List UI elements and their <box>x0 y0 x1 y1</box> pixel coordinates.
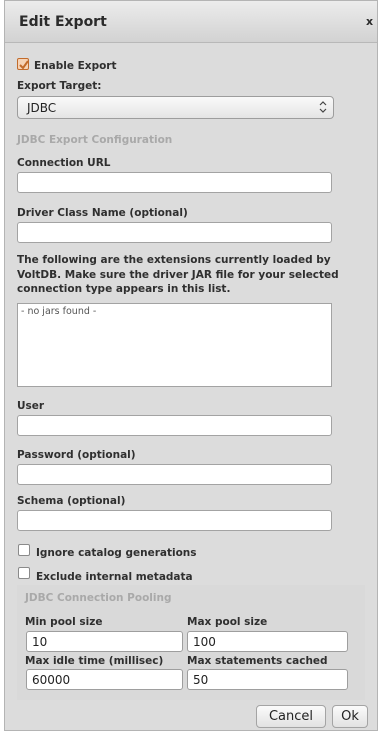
password-label: Password (optional) <box>17 449 136 461</box>
schema-label: Schema (optional) <box>17 495 126 507</box>
export-target-select[interactable]: JDBC <box>17 96 334 119</box>
max-idle-label: Max idle time (millisec) <box>25 655 164 667</box>
checkmark-icon <box>19 60 29 70</box>
extensions-note: The following are the extensions current… <box>17 254 339 295</box>
exclude-metadata-label: Exclude internal metadata <box>36 571 193 583</box>
connection-url-input[interactable] <box>17 172 332 193</box>
driver-class-input[interactable] <box>17 222 332 243</box>
dialog-title: Edit Export <box>19 14 107 30</box>
jdbc-config-section-title: JDBC Export Configuration <box>17 134 173 146</box>
max-pool-label: Max pool size <box>187 616 268 628</box>
max-statements-label: Max statements cached <box>187 655 328 667</box>
schema-input[interactable] <box>17 510 332 531</box>
password-input[interactable] <box>17 464 332 485</box>
driver-class-label: Driver Class Name (optional) <box>17 207 188 219</box>
ok-button[interactable]: Ok <box>332 705 368 728</box>
max-pool-input[interactable]: 100 <box>187 631 348 652</box>
ignore-generations-checkbox[interactable] <box>18 544 30 556</box>
jars-listbox[interactable]: - no jars found - <box>17 303 332 387</box>
min-pool-input[interactable]: 10 <box>26 631 183 652</box>
close-button[interactable]: x <box>366 15 373 28</box>
edit-export-dialog: Edit Export x Enable Export Export Targe… <box>4 0 378 731</box>
connection-pooling-panel: JDBC Connection Pooling Min pool size 10… <box>17 585 365 700</box>
export-target-label: Export Target: <box>17 80 102 92</box>
exclude-metadata-checkbox[interactable] <box>18 567 30 579</box>
connection-url-label: Connection URL <box>17 157 111 169</box>
min-pool-label: Min pool size <box>25 616 103 628</box>
export-target-value: JDBC <box>27 101 57 115</box>
ignore-generations-label: Ignore catalog generations <box>36 547 197 559</box>
max-statements-input[interactable]: 50 <box>187 669 348 690</box>
user-label: User <box>17 400 45 412</box>
enable-export-checkbox[interactable] <box>17 58 29 70</box>
user-input[interactable] <box>17 415 332 436</box>
enable-export-label: Enable Export <box>34 60 117 72</box>
max-idle-input[interactable]: 60000 <box>26 669 183 690</box>
pooling-section-title: JDBC Connection Pooling <box>25 592 172 604</box>
cancel-button[interactable]: Cancel <box>256 705 326 728</box>
dialog-titlebar: Edit Export x <box>5 1 377 43</box>
select-arrows-icon <box>319 101 327 113</box>
jars-list-empty-text: - no jars found - <box>21 306 97 317</box>
